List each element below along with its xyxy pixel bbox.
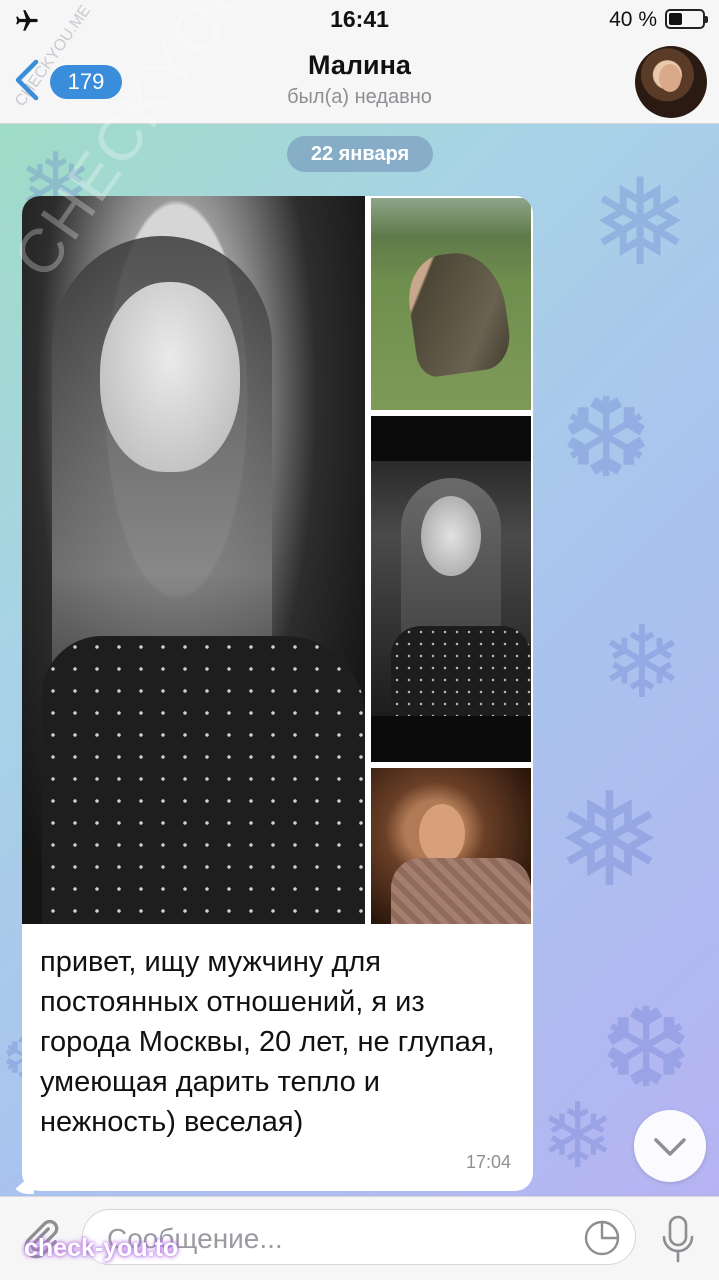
photo-warm-selfie[interactable] <box>371 768 531 924</box>
message-bubble[interactable]: привет, ищу мужчину для постоянных отнош… <box>22 196 533 1191</box>
photo-detail <box>391 626 531 716</box>
chevron-down-icon <box>654 1138 686 1156</box>
sticker-icon[interactable] <box>583 1219 621 1257</box>
chat-title[interactable]: Малина <box>0 50 719 81</box>
photo-selfie-bw[interactable] <box>371 416 531 762</box>
photo-detail <box>403 246 514 380</box>
photo-detail <box>421 496 481 576</box>
photo-field[interactable] <box>371 198 531 410</box>
battery-icon <box>665 9 708 29</box>
contact-avatar[interactable] <box>635 46 707 118</box>
photo-detail <box>100 282 240 472</box>
status-bar: 16:41 40 % <box>0 0 719 40</box>
scroll-down-button[interactable] <box>634 1110 706 1182</box>
date-separator: 22 января <box>287 136 433 172</box>
avatar-face <box>659 64 681 92</box>
chat-area[interactable]: ❄ ❅ ❆ ❄ ❅ ❆ ❄ ❆ 22 января привет, ищу му… <box>0 124 719 1196</box>
battery-percent: 40 % <box>609 8 657 31</box>
microphone-icon[interactable] <box>656 1213 700 1265</box>
photo-detail <box>391 858 531 924</box>
wallpaper-snowflake: ❄ <box>600 604 684 721</box>
photo-detail <box>42 636 365 924</box>
watermark-corner: check-you.to <box>24 1234 179 1262</box>
message-time: 17:04 <box>465 1152 511 1172</box>
wallpaper-snowflake: ❅ <box>555 764 664 916</box>
photo-detail <box>419 804 465 864</box>
wallpaper-snowflake: ❅ <box>590 154 691 293</box>
wallpaper-snowflake: ❆ <box>560 374 653 502</box>
wallpaper-snowflake: ❄ <box>540 1084 616 1189</box>
photo-portrait-bw[interactable] <box>22 196 365 924</box>
message-text: привет, ищу мужчину для постоянных отнош… <box>40 946 495 1138</box>
battery-fill <box>669 13 682 25</box>
